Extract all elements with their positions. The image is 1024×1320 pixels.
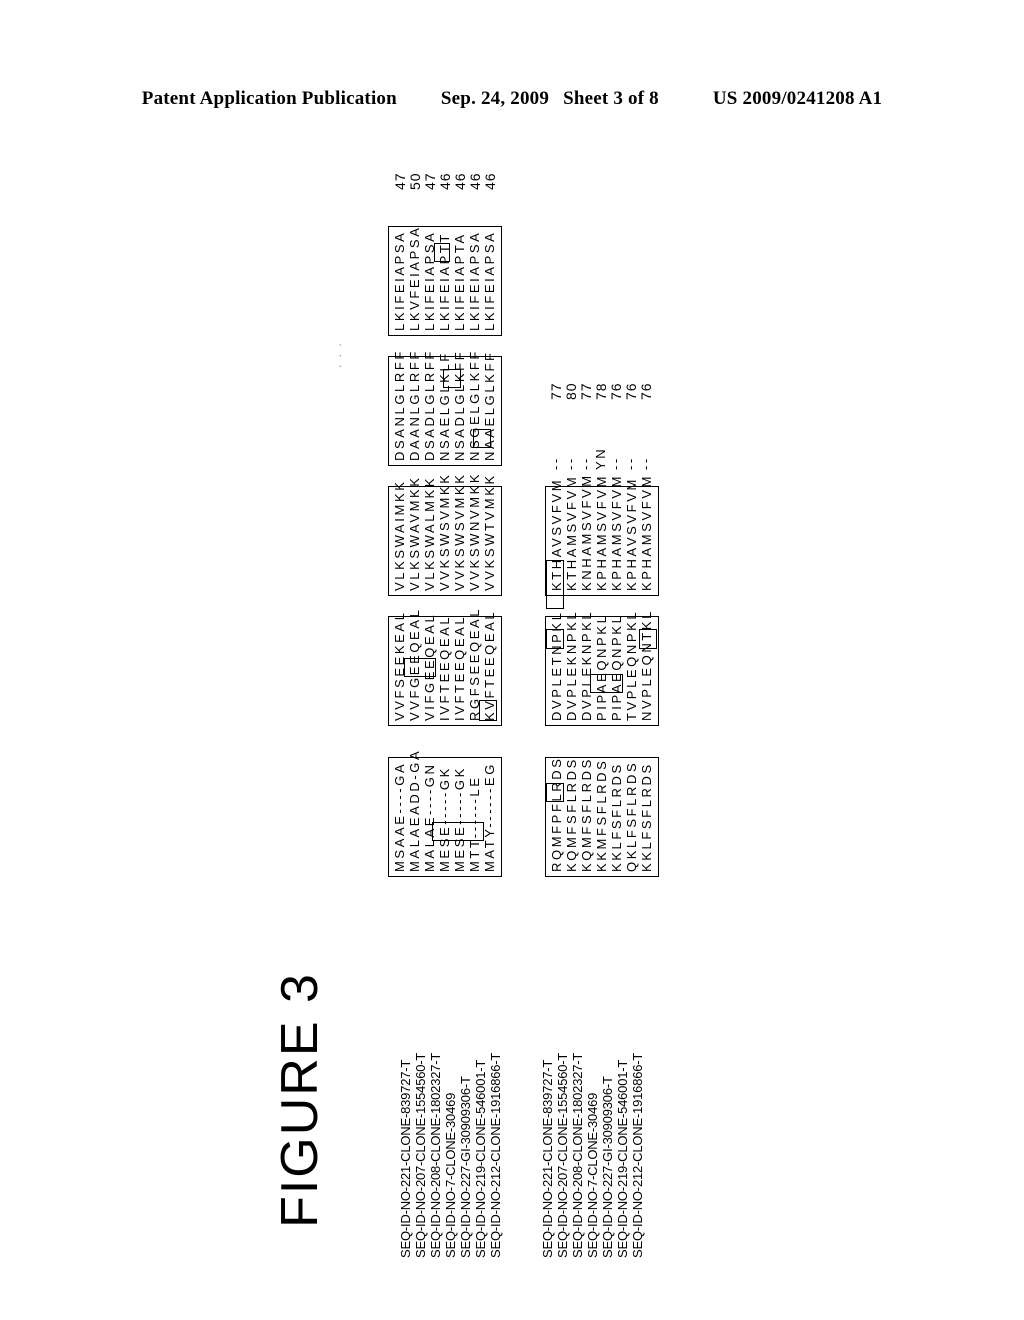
sequence-label: SEQ-ID-NO-7-CLONE-30469 (585, 1092, 600, 1258)
sequence-label: SEQ-ID-NO-212-CLONE-1916866-T (630, 1052, 645, 1258)
sequence-label: SEQ-ID-NO-227-GI-30909306-T (458, 1076, 473, 1258)
sequence-label: SEQ-ID-NO-207-CLONE-1554560-T (555, 1052, 570, 1258)
sequence-row: IVFTEEQEAL (437, 614, 452, 721)
residue-highlight (479, 700, 497, 721)
sequence-row: VVKSWTVMKK (482, 473, 497, 591)
sequence-row: VLKSWAVMKK (407, 475, 422, 591)
sequence-row: KQMFSFLRDS (564, 757, 579, 872)
sequence-row: QKLFSFLRDS (624, 760, 639, 872)
sequence-label: SEQ-ID-NO-221-CLONE-839727-T (398, 1059, 413, 1258)
sequence-row: KPHAMSVFVM (639, 473, 654, 591)
sequence-row: VLKSWALMKK (422, 475, 437, 591)
sequence-row: PIPAEQNPKL (594, 613, 609, 721)
sequence-row: DSADLGLRFF (422, 349, 437, 461)
sequence-row: VLKSWAIMKK (392, 479, 407, 591)
sequence-label: SEQ-ID-NO-221-CLONE-839727-T (540, 1059, 555, 1258)
gap-row: -- (608, 456, 623, 470)
sequence-row: VVKSWNVMKK (467, 471, 482, 591)
sequence-row: LKIFEIAPTA (452, 232, 467, 331)
sequence-row: KPHAMSVFVM (609, 473, 624, 591)
end-position: 78 (593, 382, 609, 400)
end-position: 47 (422, 172, 438, 190)
end-position: 46 (482, 172, 498, 190)
gap-row: -- (548, 456, 563, 470)
end-position: 80 (563, 382, 579, 400)
sequence-row: IVFTEEQEAL (452, 614, 467, 721)
residue-highlight (546, 560, 564, 609)
sequence-label: SEQ-ID-NO-208-CLONE-1802327-T (428, 1052, 443, 1258)
end-position: 46 (467, 172, 483, 190)
sequence-label: SEQ-ID-NO-219-CLONE-546001-T (473, 1059, 488, 1258)
end-position: 77 (578, 382, 594, 400)
sequence-row: KPHAMSVFVM (594, 473, 609, 591)
sequence-row: MESE-----GK (437, 766, 452, 872)
residue-highlight (404, 658, 436, 677)
sequence-row: MALAE----GN (422, 762, 437, 873)
end-position: 77 (548, 382, 564, 400)
sequence-row: KKMFSFLRDS (594, 758, 609, 872)
figure-title: FIGURE 3 (271, 972, 329, 1228)
sequence-label: SEQ-ID-NO-219-CLONE-546001-T (615, 1059, 630, 1258)
block1-column-1: MSAAE----GA MALAEADD-GA MALAE----GN MESE… (388, 749, 502, 877)
sequence-row: KPHAVSVFVM (624, 477, 639, 591)
sequence-label: SEQ-ID-NO-208-CLONE-1802327-T (570, 1052, 585, 1258)
gap-row: -- (578, 456, 593, 470)
end-position: 46 (452, 172, 468, 190)
residue-highlight (590, 674, 623, 693)
sequence-row: LKVFEIAPSA (407, 225, 422, 331)
residue-highlight (546, 629, 564, 649)
gap-row: -- (563, 456, 578, 470)
sequence-row: KKLFSFLRDS (609, 762, 624, 872)
residue-highlight (473, 429, 491, 448)
end-position: 76 (623, 382, 639, 400)
sequence-row: VVKSWSVMKK (452, 472, 467, 591)
residue-highlight (432, 822, 484, 841)
sequence-row: KQMFSFLRDS (579, 757, 594, 872)
sequence-row: KTHAMSVFVM (564, 474, 579, 591)
sequence-row: KKLFSFLRDS (639, 762, 654, 872)
sequence-row: DAANLGLRFF (407, 349, 422, 461)
gap-row: -- (623, 456, 638, 470)
block1-column-3: VLKSWAIMKK VLKSWAVMKK VLKSWALMKK VVKSWSV… (388, 472, 502, 596)
sequence-row: LKIFEIAPSA (467, 230, 482, 331)
end-position: 50 (407, 172, 423, 190)
sequence-row: LKIFEIAPSA (392, 230, 407, 331)
sequence-row: DVPLEKNPKL (564, 609, 579, 721)
residue-highlight (546, 783, 564, 802)
gap-row: YN (593, 446, 608, 470)
sequence-row: DVPLEKNPKL (579, 609, 594, 721)
sequence-row: NSADLGLKFF (452, 349, 467, 461)
sequence-row: TVPLEQNPKL (624, 609, 639, 721)
sequence-label: SEQ-ID-NO-227-GI-30909306-T (600, 1076, 615, 1258)
end-position: 47 (392, 172, 408, 190)
sequence-row: MATY------EG (482, 762, 497, 872)
sequence-row: MSAAE----GA (392, 761, 407, 872)
sequence-row: PIPAEQNPKL (609, 613, 624, 721)
sequence-row: NSAELGLKLF (437, 351, 452, 461)
sequence-row: MALAEADD-GA (407, 748, 422, 872)
gap-row: -- (638, 456, 653, 470)
end-position: 76 (608, 382, 624, 400)
end-position: 46 (437, 172, 453, 190)
residue-highlight (443, 369, 461, 388)
sequence-row: DVPLETNPKL (549, 610, 564, 721)
residue-highlight (434, 243, 450, 262)
sequence-row: KNHAMSVFVM (579, 473, 594, 591)
sequence-row: DSANLGLRFF (392, 349, 407, 461)
residue-highlight (639, 629, 657, 649)
sequence-label: SEQ-ID-NO-212-CLONE-1916866-T (488, 1052, 503, 1258)
sequence-label: SEQ-ID-NO-7-CLONE-30469 (443, 1092, 458, 1258)
figure-3-sequence-alignment: FIGURE 3 SEQ-ID-NO-221-CLONE-839727-T SE… (0, 0, 1024, 1320)
end-position: 76 (638, 382, 654, 400)
sequence-label: SEQ-ID-NO-207-CLONE-1554560-T (413, 1052, 428, 1258)
sequence-row: RQMFPFLRDS (549, 756, 564, 872)
sequence-row: MESE-----GK (452, 766, 467, 872)
sequence-row: LKIFEIAPSA (482, 230, 497, 331)
block2-column-1: RQMFPFLRDS KQMFSFLRDS KQMFSFLRDS KKMFSFL… (545, 756, 659, 877)
alignment-ellipsis: . . . (330, 341, 344, 368)
sequence-row: NVPLEQNTKL (639, 609, 654, 721)
sequence-row: VVKSWSVMKK (437, 472, 452, 591)
